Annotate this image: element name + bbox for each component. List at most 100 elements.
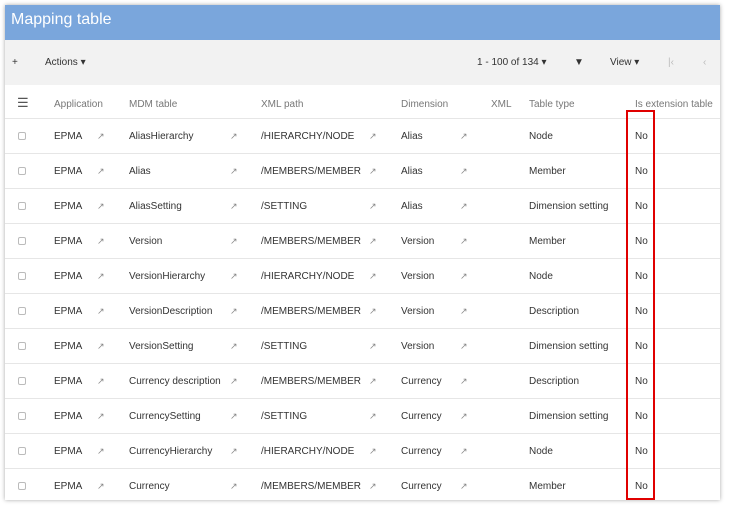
table-cell: /MEMBERS/MEMBER: [261, 481, 362, 492]
open-link-icon[interactable]: ↗: [460, 236, 468, 247]
open-link-icon[interactable]: ↗: [97, 166, 105, 177]
row-checkbox[interactable]: [18, 132, 26, 140]
open-link-icon[interactable]: ↗: [97, 131, 105, 142]
filter-icon[interactable]: ▼: [574, 57, 584, 68]
open-link-icon[interactable]: ↗: [230, 481, 238, 492]
row-checkbox[interactable]: [18, 272, 26, 280]
table-row[interactable]: EPMA Version/MEMBERS/MEMBER Version Member N…: [5, 224, 720, 259]
table-row[interactable]: EPMA VersionSetting/SETTING Version Dimensi…: [5, 329, 720, 364]
table-row[interactable]: EPMA AliasSetting/SETTING Alias Dimension s…: [5, 189, 720, 224]
table-cell: Currency: [401, 411, 442, 422]
first-page-icon[interactable]: |‹: [668, 57, 674, 68]
open-link-icon[interactable]: ↗: [369, 306, 377, 317]
column-header[interactable]: Application: [54, 99, 103, 110]
column-header[interactable]: Is extension table: [635, 99, 713, 110]
open-link-icon[interactable]: ↗: [230, 376, 238, 387]
open-link-icon[interactable]: ↗: [369, 411, 377, 422]
row-checkbox[interactable]: [18, 237, 26, 245]
table-row[interactable]: EPMA VersionDescription/MEMBERS/MEMBER Ver…: [5, 294, 720, 329]
row-checkbox[interactable]: [18, 202, 26, 210]
column-header[interactable]: Dimension: [401, 99, 448, 110]
view-menu[interactable]: View ▾: [610, 57, 639, 68]
open-link-icon[interactable]: ↗: [460, 166, 468, 177]
open-link-icon[interactable]: ↗: [97, 306, 105, 317]
open-link-icon[interactable]: ↗: [460, 271, 468, 282]
table-cell: EPMA: [54, 131, 83, 142]
table-cell: /HIERARCHY/NODE: [261, 271, 355, 282]
table-cell: Currency: [401, 446, 442, 457]
column-header[interactable]: MDM table: [129, 99, 177, 110]
table-cell: Member: [529, 481, 566, 492]
pagination-dropdown[interactable]: 1 - 100 of 134 ▾: [477, 57, 547, 68]
open-link-icon[interactable]: ↗: [230, 411, 238, 422]
open-link-icon[interactable]: ↗: [97, 446, 105, 457]
open-link-icon[interactable]: ↗: [369, 376, 377, 387]
open-link-icon[interactable]: ↗: [97, 411, 105, 422]
actions-menu[interactable]: Actions ▾: [45, 57, 86, 68]
open-link-icon[interactable]: ↗: [97, 376, 105, 387]
open-link-icon[interactable]: ↗: [460, 131, 468, 142]
open-link-icon[interactable]: ↗: [460, 446, 468, 457]
open-link-icon[interactable]: ↗: [97, 481, 105, 492]
open-link-icon[interactable]: ↗: [460, 341, 468, 352]
table-row[interactable]: EPMA Currency description/MEMBERS/MEMBER C…: [5, 364, 720, 399]
table-cell: Version: [129, 236, 163, 247]
table-cell: EPMA: [54, 411, 83, 422]
table-cell: Version: [401, 341, 435, 352]
table-cell: EPMA: [54, 201, 83, 212]
column-header[interactable]: Table type: [529, 99, 575, 110]
open-link-icon[interactable]: ↗: [369, 446, 377, 457]
row-checkbox[interactable]: [18, 167, 26, 175]
open-link-icon[interactable]: ↗: [460, 376, 468, 387]
open-link-icon[interactable]: ↗: [369, 131, 377, 142]
open-link-icon[interactable]: ↗: [460, 481, 468, 492]
table-cell: /HIERARCHY/NODE: [261, 446, 355, 457]
open-link-icon[interactable]: ↗: [369, 481, 377, 492]
open-link-icon[interactable]: ↗: [230, 131, 238, 142]
open-link-icon[interactable]: ↗: [97, 341, 105, 352]
add-button[interactable]: +: [12, 57, 18, 68]
table-cell: Dimension setting: [529, 411, 609, 422]
row-checkbox[interactable]: [18, 307, 26, 315]
prev-page-icon[interactable]: ‹: [703, 57, 706, 68]
open-link-icon[interactable]: ↗: [230, 201, 238, 212]
row-checkbox[interactable]: [18, 447, 26, 455]
toolbar: + Actions ▾ 1 - 100 of 134 ▾ ▼ View ▾ |‹…: [5, 40, 720, 85]
table-row[interactable]: EPMA CurrencyHierarchy/HIERARCHY/NODE Curr…: [5, 434, 720, 469]
row-checkbox[interactable]: [18, 412, 26, 420]
column-header[interactable]: XML path: [261, 99, 303, 110]
open-link-icon[interactable]: ↗: [97, 236, 105, 247]
open-link-icon[interactable]: ↗: [460, 306, 468, 317]
table-row[interactable]: EPMA CurrencySetting/SETTING Currency Dimen…: [5, 399, 720, 434]
open-link-icon[interactable]: ↗: [230, 306, 238, 317]
row-checkbox[interactable]: [18, 482, 26, 490]
open-link-icon[interactable]: ↗: [230, 446, 238, 457]
open-link-icon[interactable]: ↗: [369, 236, 377, 247]
open-link-icon[interactable]: ↗: [230, 341, 238, 352]
open-link-icon[interactable]: ↗: [369, 341, 377, 352]
table-cell: Node: [529, 271, 553, 282]
row-checkbox[interactable]: [18, 377, 26, 385]
table-row[interactable]: EPMA Currency/MEMBERS/MEMBER Currency Membe…: [5, 469, 720, 500]
table-cell: Description: [529, 306, 580, 317]
open-link-icon[interactable]: ↗: [460, 411, 468, 422]
open-link-icon[interactable]: ↗: [369, 166, 377, 177]
row-checkbox[interactable]: [18, 342, 26, 350]
table-cell: Currency: [401, 376, 442, 387]
table-row[interactable]: EPMA VersionHierarchy/HIERARCHY/NODE Versi…: [5, 259, 720, 294]
open-link-icon[interactable]: ↗: [460, 201, 468, 212]
table-cell: Alias: [401, 131, 423, 142]
open-link-icon[interactable]: ↗: [369, 271, 377, 282]
open-link-icon[interactable]: ↗: [230, 166, 238, 177]
table-cell: EPMA: [54, 376, 83, 387]
column-menu-icon[interactable]: ☰: [17, 95, 29, 111]
open-link-icon[interactable]: ↗: [230, 271, 238, 282]
table-row[interactable]: EPMA Alias/MEMBERS/MEMBER Alias Member No ↗ ↗ ↗…: [5, 154, 720, 189]
open-link-icon[interactable]: ↗: [369, 201, 377, 212]
column-header[interactable]: XML: [491, 99, 512, 110]
open-link-icon[interactable]: ↗: [97, 271, 105, 282]
table-cell: EPMA: [54, 236, 83, 247]
open-link-icon[interactable]: ↗: [97, 201, 105, 212]
table-row[interactable]: EPMA AliasHierarchy/HIERARCHY/NODE Alias No…: [5, 119, 720, 154]
open-link-icon[interactable]: ↗: [230, 236, 238, 247]
